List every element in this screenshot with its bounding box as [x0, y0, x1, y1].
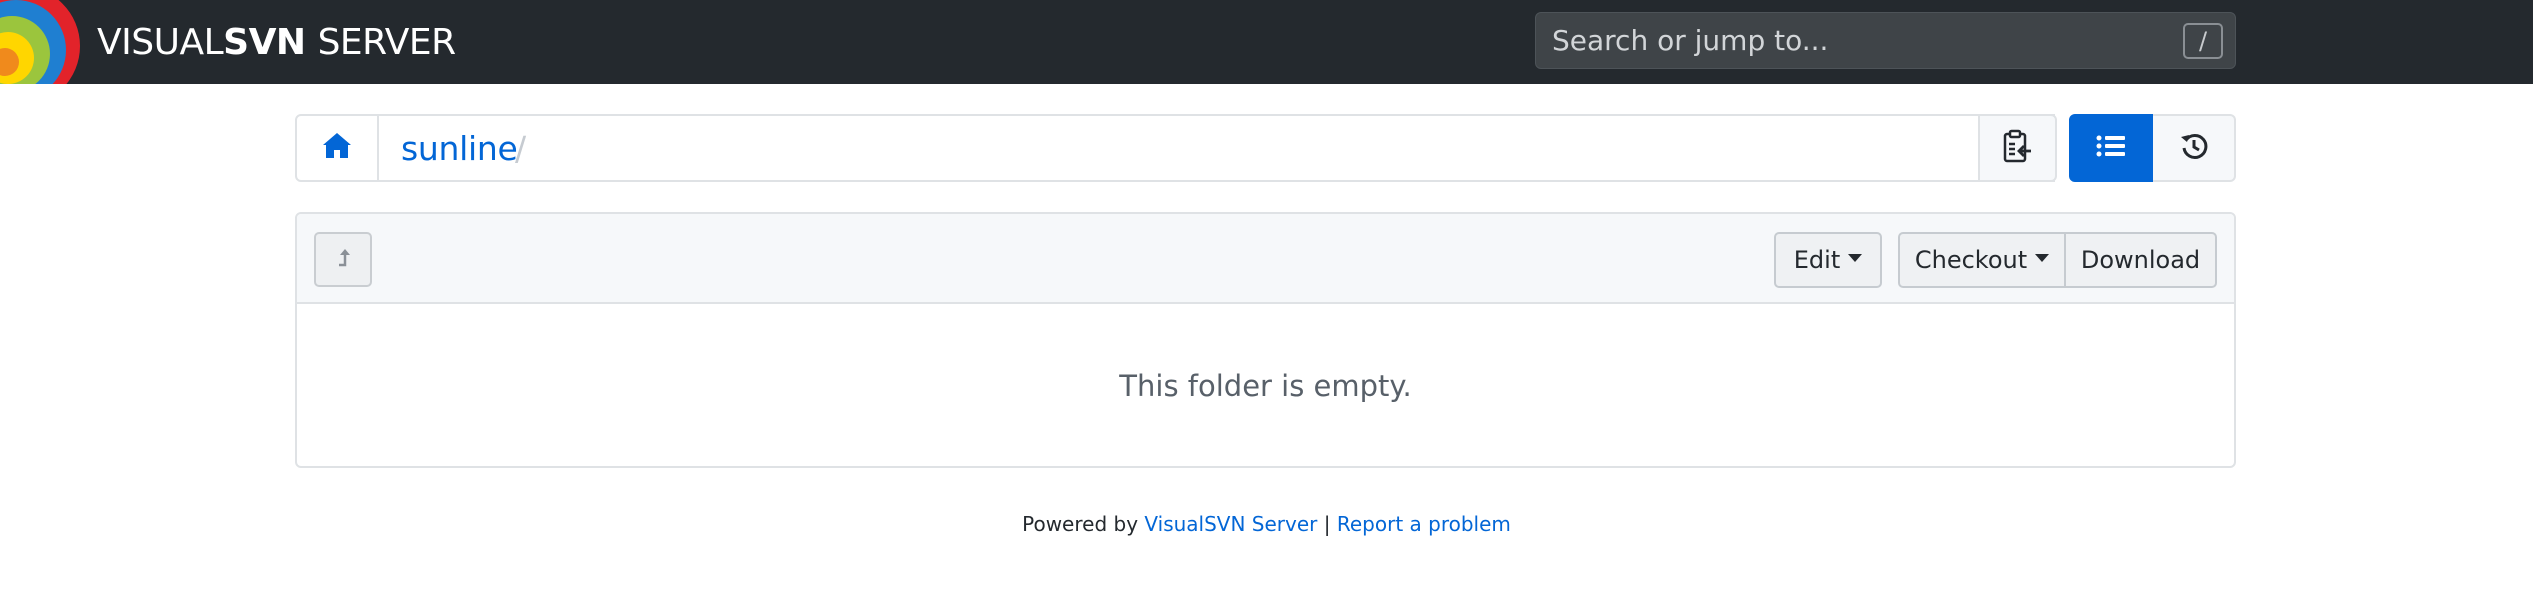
- search-input[interactable]: [1536, 13, 2183, 68]
- parent-folder-button[interactable]: [314, 232, 372, 287]
- page-footer: Powered by VisualSVN Server | Report a p…: [0, 512, 2533, 536]
- history-view-button[interactable]: [2153, 114, 2236, 182]
- footer-report-link[interactable]: Report a problem: [1337, 512, 1511, 536]
- footer-separator: |: [1323, 512, 1331, 536]
- footer-product-link[interactable]: VisualSVN Server: [1144, 512, 1317, 536]
- list-icon: [2096, 134, 2126, 163]
- file-browser-panel: Edit Checkout Download This folder is em…: [295, 212, 2236, 468]
- download-button[interactable]: Download: [2064, 232, 2217, 288]
- download-button-label: Download: [2080, 246, 2201, 274]
- empty-folder-message: This folder is empty.: [1119, 369, 1412, 403]
- copy-url-button[interactable]: [1978, 114, 2057, 182]
- home-icon: [322, 132, 352, 164]
- edit-dropdown-button[interactable]: Edit: [1774, 232, 1882, 288]
- breadcrumb: sunline /: [295, 114, 2057, 182]
- top-navbar: VISUALSVN SERVER /: [0, 0, 2533, 84]
- brand-bold: SVN: [223, 21, 306, 63]
- history-icon: [2180, 132, 2208, 165]
- home-button[interactable]: [297, 116, 379, 180]
- view-toggle-group: [2069, 114, 2236, 182]
- clipboard-copy-icon: [2003, 129, 2033, 168]
- search-box: /: [1535, 12, 2236, 69]
- edit-button-label: Edit: [1793, 246, 1841, 274]
- brand-prefix: VISUAL: [97, 21, 224, 63]
- footer-powered-by: Powered by: [1022, 512, 1139, 536]
- level-up-icon: [335, 247, 351, 272]
- caret-down-icon: [2035, 254, 2050, 262]
- checkout-dropdown-button[interactable]: Checkout: [1898, 232, 2066, 288]
- breadcrumb-separator: /: [515, 128, 527, 168]
- visualsvn-logo-icon[interactable]: [0, 0, 80, 84]
- panel-toolbar: Edit Checkout Download: [297, 214, 2234, 304]
- caret-down-icon: [1848, 254, 1863, 262]
- breadcrumb-repository-link[interactable]: sunline: [401, 116, 518, 180]
- brand-suffix: SERVER: [317, 21, 457, 63]
- checkout-button-label: Checkout: [1914, 246, 2028, 274]
- list-view-button[interactable]: [2069, 114, 2153, 182]
- search-shortcut-hint: /: [2183, 22, 2223, 59]
- app-brand[interactable]: VISUAL SVN SERVER: [97, 20, 456, 64]
